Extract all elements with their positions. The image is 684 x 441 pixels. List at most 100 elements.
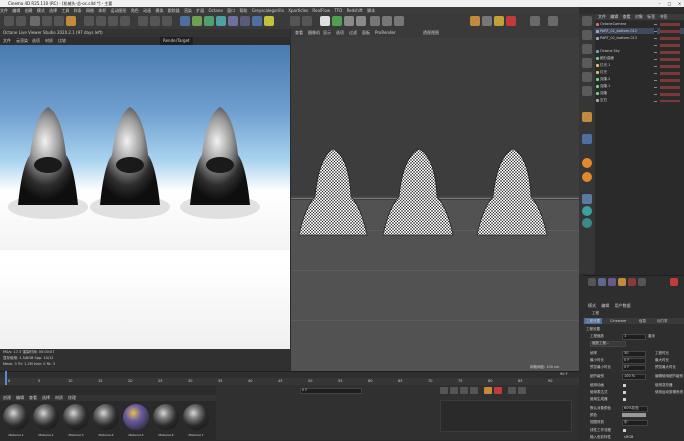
attr-menu-mode[interactable]: 模式 (588, 303, 596, 308)
attr-tool-icon[interactable] (598, 278, 606, 286)
attr-tool-icon[interactable] (670, 278, 678, 286)
teal-circle-icon[interactable] (582, 206, 592, 216)
tab-info[interactable]: 信息 (637, 318, 648, 324)
menu-select[interactable]: 选择 (49, 8, 57, 13)
lv-menu-material[interactable]: 材质 (45, 37, 53, 45)
vp-menu-view[interactable]: 查看 (295, 29, 303, 37)
workplane-lock-icon[interactable] (582, 134, 592, 144)
menu-window[interactable]: 窗口 (227, 8, 235, 13)
radiation-icon[interactable] (494, 16, 504, 26)
snap-icon[interactable] (302, 16, 312, 26)
tag-icons[interactable] (660, 22, 680, 102)
object-row[interactable]: PART_02_bottom.013 (596, 36, 637, 41)
lv-menu-compare[interactable]: 比较 (58, 37, 66, 45)
lv-menu-cloud[interactable]: 云渲染 (16, 37, 28, 45)
plugin-3-icon[interactable] (394, 16, 404, 26)
timeline-ruler[interactable]: 0 5 10 15 20 25 30 35 40 45 50 55 60 65 … (0, 378, 579, 385)
material-swatch[interactable] (93, 404, 119, 430)
menu-help[interactable]: 帮助 (239, 8, 247, 13)
layout-icon[interactable] (530, 16, 540, 26)
menu-greyscalegorilla[interactable]: Greyscalegorilla (252, 8, 284, 13)
object-row[interactable]: 克隆.1 (596, 84, 610, 89)
vp-menu-filter[interactable]: 过滤 (349, 29, 357, 37)
render-settings-icon[interactable] (162, 16, 172, 26)
rotate-icon[interactable] (66, 16, 76, 26)
menu-redshift[interactable]: Redshift (347, 8, 363, 13)
visibility-dots[interactable] (654, 22, 657, 102)
minimize-button[interactable]: – (656, 0, 663, 7)
vp-menu-camera[interactable]: 摄像机 (308, 29, 320, 37)
attr-tool-icon[interactable] (618, 278, 626, 286)
playhead[interactable] (5, 371, 7, 385)
menu-script[interactable]: 脚本 (367, 8, 375, 13)
om-menu-file[interactable]: 文件 (598, 14, 606, 19)
axis-x-icon[interactable] (84, 16, 94, 26)
lv-menu-options[interactable]: 选项 (32, 37, 40, 45)
color-swatch[interactable] (622, 413, 646, 417)
light-icon[interactable] (264, 16, 274, 26)
go-start-icon[interactable] (440, 387, 448, 394)
mat-menu-view[interactable]: 查看 (29, 395, 37, 401)
axis-mode-icon[interactable] (582, 86, 592, 96)
orange-sphere-icon[interactable] (582, 172, 592, 182)
mat-menu-select[interactable]: 选择 (42, 395, 50, 401)
prev-frame-icon[interactable] (450, 387, 458, 394)
object-row[interactable]: OctaneCamera (596, 22, 626, 27)
move-icon[interactable] (42, 16, 52, 26)
material-swatch[interactable] (63, 404, 89, 430)
deformer-icon[interactable] (228, 16, 238, 26)
attr-unit[interactable]: 厘米 (648, 334, 655, 339)
menu-mode[interactable]: 模式 (37, 8, 45, 13)
menu-extensions[interactable]: 扩展 (196, 8, 204, 13)
object-row[interactable]: 空白 (596, 98, 607, 103)
attr-tool-icon[interactable] (588, 278, 596, 286)
object-row[interactable]: 克隆 (596, 91, 607, 96)
coordinates-panel[interactable] (440, 400, 572, 432)
attr-tool-icon[interactable] (628, 278, 636, 286)
menu-xparticles[interactable]: Xparticles (288, 8, 308, 13)
vp-menu-display[interactable]: 显示 (323, 29, 331, 37)
object-row[interactable]: Octane Sky (596, 49, 620, 54)
menu-spline[interactable]: 样条 (74, 8, 82, 13)
mat-menu-create[interactable]: 创建 (3, 395, 11, 401)
plugin-icon[interactable] (370, 16, 380, 26)
object-row[interactable]: 灯光 (596, 70, 607, 75)
octane-material-icon[interactable] (344, 16, 354, 26)
keyframe-icon[interactable] (508, 387, 516, 394)
use-expressions-checkbox[interactable] (623, 391, 626, 394)
menu-mograph[interactable]: 运动图形 (111, 8, 127, 13)
pen-icon[interactable] (192, 16, 202, 26)
layout-2-icon[interactable] (548, 16, 558, 26)
tab-project-settings[interactable]: 工程设置 (584, 318, 602, 324)
camera-icon[interactable] (252, 16, 262, 26)
plugin-4-icon[interactable] (482, 16, 492, 26)
lv-menu-file[interactable]: 文件 (3, 37, 11, 45)
plugin-2-icon[interactable] (382, 16, 392, 26)
menu-create[interactable]: 创建 (25, 8, 33, 13)
menu-realflow[interactable]: RealFlow (312, 8, 330, 13)
om-menu-edit[interactable]: 编辑 (610, 14, 618, 19)
tab-cineware[interactable]: Cineware (608, 318, 628, 324)
render-target-field[interactable]: RenderTarget (160, 37, 193, 45)
snap-enable-icon[interactable] (582, 112, 592, 122)
scale-icon[interactable] (54, 16, 64, 26)
material-swatch[interactable] (183, 404, 209, 430)
om-menu-object[interactable]: 对象 (635, 14, 643, 19)
cloner-icon[interactable] (216, 16, 226, 26)
object-row[interactable]: 细分曲面 (596, 56, 614, 61)
material-swatch[interactable] (153, 404, 179, 430)
next-frame-icon[interactable] (470, 387, 478, 394)
redo-icon[interactable] (16, 16, 26, 26)
menu-simulate[interactable]: 模拟 (155, 8, 163, 13)
menu-animate[interactable]: 动画 (143, 8, 151, 13)
menu-render[interactable]: 渲染 (184, 8, 192, 13)
object-row[interactable]: PART_01_bottom.012 (596, 29, 637, 34)
orange-sphere-icon[interactable] (582, 158, 592, 168)
attr-menu-userdata[interactable]: 用户数据 (615, 303, 631, 308)
close-button[interactable]: × (676, 0, 683, 7)
material-swatch[interactable] (3, 404, 29, 430)
record-icon[interactable] (484, 387, 492, 394)
frame-field[interactable] (300, 388, 362, 394)
mat-menu-material[interactable]: 材质 (55, 395, 63, 401)
mat-menu-texture[interactable]: 纹理 (68, 395, 76, 401)
